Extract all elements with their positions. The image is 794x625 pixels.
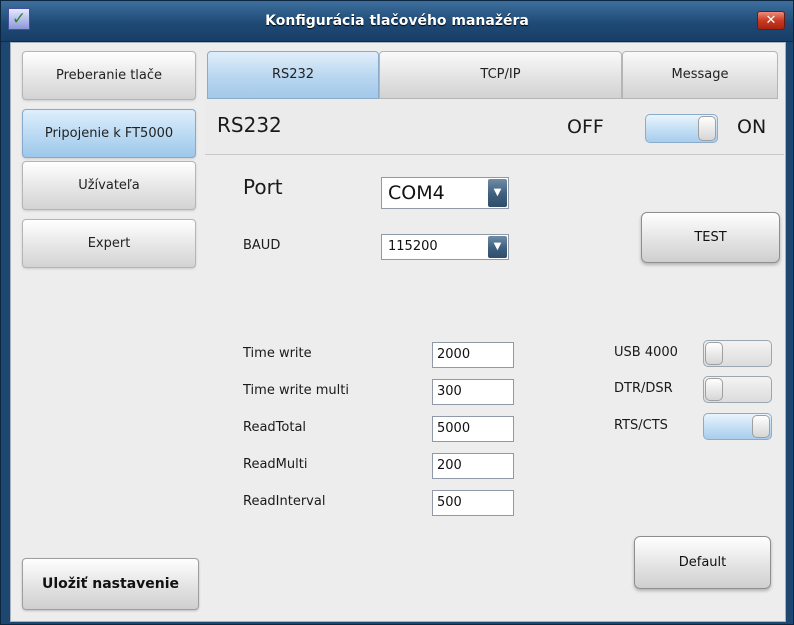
toggle-knob bbox=[752, 415, 770, 438]
sidebar-item-uzivatela[interactable]: Užívateľa bbox=[22, 161, 196, 210]
port-select[interactable]: COM4 ▼ bbox=[381, 177, 509, 209]
rs232-enable-toggle[interactable] bbox=[645, 114, 718, 143]
time-write-label: Time write bbox=[243, 346, 312, 361]
rs232-settings-panel: Port COM4 ▼ BAUD 115200 ▼ TEST Time writ… bbox=[205, 155, 784, 621]
tab-tcpip[interactable]: TCP/IP bbox=[379, 51, 622, 99]
port-value: COM4 bbox=[388, 182, 445, 204]
toggle-knob bbox=[705, 378, 723, 401]
baud-label: BAUD bbox=[243, 238, 281, 253]
baud-value: 115200 bbox=[388, 239, 438, 254]
time-write-multi-input[interactable]: 300 bbox=[432, 379, 514, 405]
dtr-dsr-toggle[interactable] bbox=[703, 376, 772, 403]
panel-title: RS232 bbox=[217, 113, 282, 137]
sidebar-item-pripojenie[interactable]: Pripojenie k FT5000 bbox=[22, 109, 196, 158]
close-button[interactable]: ✕ bbox=[757, 11, 785, 30]
read-multi-input[interactable]: 200 bbox=[432, 453, 514, 479]
rts-cts-toggle[interactable] bbox=[703, 413, 772, 440]
read-interval-input[interactable]: 500 bbox=[432, 490, 514, 516]
read-interval-label: ReadInterval bbox=[243, 494, 326, 509]
sidebar-item-preberanie-tlace[interactable]: Preberanie tlače bbox=[22, 51, 196, 100]
read-total-label: ReadTotal bbox=[243, 420, 307, 435]
window-title: Konfigurácia tlačového manažéra bbox=[265, 13, 529, 29]
content-area: Preberanie tlače Pripojenie k FT5000 Uží… bbox=[10, 42, 786, 622]
read-multi-label: ReadMulti bbox=[243, 457, 308, 472]
usb4000-label: USB 4000 bbox=[614, 345, 678, 360]
title-bar[interactable]: ✓ Konfigurácia tlačového manažéra ✕ bbox=[1, 1, 793, 42]
toggle-knob bbox=[698, 116, 716, 141]
sidebar-item-expert[interactable]: Expert bbox=[22, 219, 196, 268]
save-settings-button[interactable]: Uložiť nastavenie bbox=[22, 558, 199, 610]
port-label: Port bbox=[243, 175, 283, 199]
tab-message[interactable]: Message bbox=[622, 51, 778, 99]
toggle-knob bbox=[705, 342, 723, 365]
default-button[interactable]: Default bbox=[634, 536, 771, 589]
off-label: OFF bbox=[567, 116, 604, 138]
dtr-dsr-label: DTR/DSR bbox=[614, 381, 673, 396]
read-total-input[interactable]: 5000 bbox=[432, 416, 514, 442]
tab-rs232[interactable]: RS232 bbox=[207, 51, 379, 99]
on-label: ON bbox=[737, 116, 767, 138]
chevron-down-icon[interactable]: ▼ bbox=[488, 236, 507, 258]
app-window: ✓ Konfigurácia tlačového manažéra ✕ Preb… bbox=[0, 0, 794, 625]
usb4000-toggle[interactable] bbox=[703, 340, 772, 367]
time-write-multi-label: Time write multi bbox=[243, 383, 349, 398]
time-write-input[interactable]: 2000 bbox=[432, 342, 514, 368]
baud-select[interactable]: 115200 ▼ bbox=[381, 234, 509, 260]
rts-cts-label: RTS/CTS bbox=[614, 418, 668, 433]
panel-header: RS232 OFF ON bbox=[205, 99, 784, 155]
test-button[interactable]: TEST bbox=[641, 212, 780, 263]
chevron-down-icon[interactable]: ▼ bbox=[488, 179, 507, 207]
